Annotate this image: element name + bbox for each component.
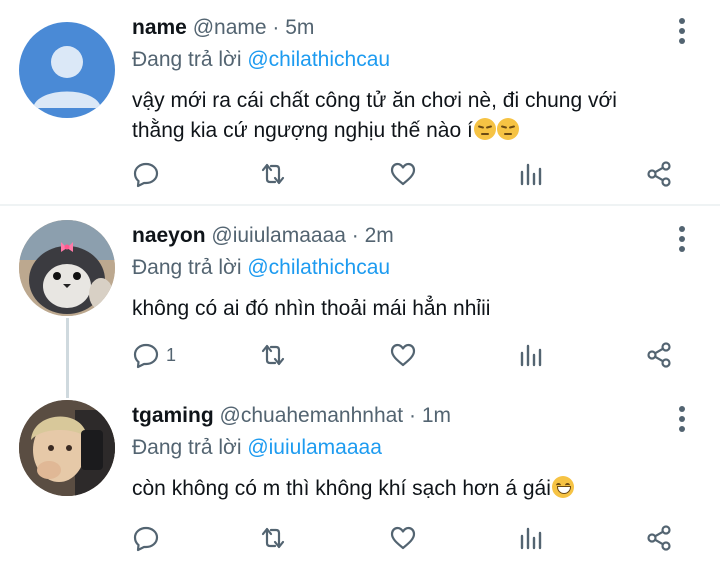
reply-to-link[interactable]: @chilathichcau (247, 48, 390, 71)
like-button[interactable] (389, 339, 417, 371)
tweet-text: còn không có m thì không khí sạch hơn á … (132, 474, 664, 504)
tweet-text-line: vậy mới ra cái chất công tử ăn chơi nè, … (132, 89, 617, 112)
retweet-icon (261, 163, 285, 185)
share-icon (647, 525, 671, 551)
reply-context: Đang trả lời @chilathichcau (132, 46, 664, 74)
separator: · (351, 224, 359, 247)
reply-to-link[interactable]: @chilathichcau (247, 256, 390, 279)
share-icon (647, 342, 671, 368)
user-handle[interactable]: @chuahemanhnhat (220, 404, 404, 427)
display-name[interactable]: tgaming (132, 404, 214, 427)
tweet-text-line: còn không có m thì không khí sạch hơn á … (132, 477, 551, 500)
share-button[interactable] (645, 339, 673, 371)
reply-icon (133, 343, 159, 369)
retweet-button[interactable] (259, 522, 287, 554)
tweet-header: name @name · 5m (132, 14, 664, 42)
tweet-actions (132, 522, 692, 554)
heart-icon (390, 526, 416, 550)
like-button[interactable] (389, 522, 417, 554)
default-avatar-icon (33, 46, 101, 108)
reply-button[interactable]: 1 (132, 339, 176, 371)
more-icon[interactable] (678, 406, 686, 436)
separator: · (272, 16, 280, 39)
pensive-face-emoji (473, 118, 496, 140)
more-icon[interactable] (678, 226, 686, 256)
reply-context: Đang trả lời @iuiulamaaaa (132, 434, 664, 462)
retweet-icon (261, 527, 285, 549)
share-icon (647, 161, 671, 187)
avatar-tgaming[interactable] (19, 400, 115, 496)
timestamp[interactable]: 5m (285, 16, 314, 39)
reply-prefix: Đang trả lời (132, 256, 242, 279)
retweet-button[interactable] (259, 339, 287, 371)
reply-button[interactable] (132, 158, 166, 190)
tweet-header: naeyon @iuiulamaaaa · 2m (132, 222, 664, 250)
penguin-avatar-image (19, 220, 115, 316)
tweet-3[interactable]: tgaming @chuahemanhnhat · 1m Đang trả lờ… (0, 386, 720, 567)
separator: · (408, 404, 416, 427)
tweet-actions: 1 (132, 339, 692, 371)
like-button[interactable] (389, 158, 417, 190)
reply-context: Đang trả lời @chilathichcau (132, 254, 664, 282)
pensive-face-emoji (496, 118, 519, 140)
retweet-icon (261, 344, 285, 366)
reply-prefix: Đang trả lời (132, 48, 242, 71)
share-button[interactable] (645, 158, 673, 190)
views-button[interactable] (517, 339, 545, 371)
reply-button[interactable] (132, 522, 166, 554)
user-handle[interactable]: @iuiulamaaaa (211, 224, 346, 247)
reply-count: 1 (166, 344, 177, 365)
share-button[interactable] (645, 522, 673, 554)
tweet-text: vậy mới ra cái chất công tử ăn chơi nè, … (132, 86, 664, 146)
avatar-default[interactable] (19, 22, 115, 118)
views-icon (520, 527, 542, 550)
display-name[interactable]: naeyon (132, 224, 206, 247)
display-name[interactable]: name (132, 16, 187, 39)
views-icon (520, 344, 542, 367)
tweet-1[interactable]: name @name · 5m Đang trả lời @chilathich… (0, 0, 720, 204)
user-handle[interactable]: @name (193, 16, 267, 39)
grinning-face-emoji (551, 476, 574, 498)
avatar-naeyon[interactable] (19, 220, 115, 316)
views-button[interactable] (517, 522, 545, 554)
heart-icon (390, 343, 416, 367)
timestamp[interactable]: 1m (422, 404, 451, 427)
person-avatar-image (19, 400, 115, 496)
views-icon (520, 163, 542, 186)
tweet-text-line: thằng kia cứ ngượng nghịu thế nào í (132, 119, 473, 142)
tweet-text-line: không có ai đó nhìn thoải mái hẳn nhỉii (132, 297, 491, 320)
more-icon[interactable] (678, 18, 686, 48)
reply-icon (133, 162, 159, 188)
timestamp[interactable]: 2m (365, 224, 394, 247)
reply-icon (133, 526, 159, 552)
tweet-header: tgaming @chuahemanhnhat · 1m (132, 402, 664, 430)
tweet-text: không có ai đó nhìn thoải mái hẳn nhỉii (132, 294, 664, 324)
retweet-button[interactable] (259, 158, 287, 190)
heart-icon (390, 162, 416, 186)
reply-to-link[interactable]: @iuiulamaaaa (247, 436, 382, 459)
reply-prefix: Đang trả lời (132, 436, 242, 459)
tweet-2[interactable]: naeyon @iuiulamaaaa · 2m Đang trả lời @c… (0, 206, 720, 386)
views-button[interactable] (517, 158, 545, 190)
tweet-actions (132, 158, 692, 190)
